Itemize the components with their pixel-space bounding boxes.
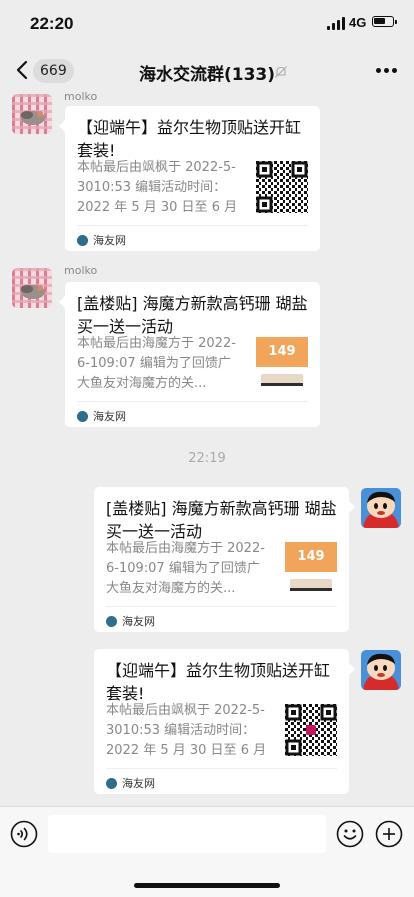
card-description: 本帖最后由海魔方于 2022-6-109:07 编辑为了回馈广大鱼友对海魔方的关…	[77, 336, 236, 391]
avatar[interactable]	[12, 268, 52, 308]
home-indicator[interactable]	[134, 883, 280, 888]
more-dots-icon[interactable]	[376, 68, 398, 74]
thumbnail-price: 149	[297, 549, 325, 564]
card-title: 【迎端午】益尔生物顶贴送开缸套装!	[77, 118, 302, 160]
avatar[interactable]	[361, 488, 401, 528]
card-description: 本帖最后由海魔方于 2022-6-109:07 编辑为了回馈广大鱼友对海魔方的关…	[106, 541, 265, 596]
sender-name: molko	[64, 90, 98, 103]
site-logo-icon	[106, 778, 117, 789]
site-logo-icon	[77, 411, 88, 422]
source-name: 海友网	[93, 410, 126, 423]
emoji-icon[interactable]	[336, 820, 364, 848]
source-name: 海友网	[93, 234, 126, 247]
card-title: [盖楼贴] 海魔方新款高钙珊 瑚盐买一送一活动	[77, 294, 308, 336]
status-bar: 22:20 4G	[0, 0, 414, 48]
card-title: 【迎端午】益尔生物顶贴送开缸套装!	[106, 661, 331, 703]
chat-header: 669 海水交流群(133)	[0, 48, 414, 92]
bell-off-icon	[275, 66, 287, 78]
qr-code-thumbnail	[256, 161, 308, 213]
product-thumbnail: 149	[285, 542, 337, 594]
link-card[interactable]: [盖楼贴] 海魔方新款高钙珊 瑚盐买一送一活动 本帖最后由海魔方于 2022-6…	[94, 487, 355, 632]
message-input[interactable]	[48, 815, 326, 853]
input-toolbar	[0, 806, 414, 897]
card-divider	[77, 401, 308, 402]
qr-code-thumbnail	[285, 704, 337, 756]
site-logo-icon	[77, 235, 88, 246]
avatar[interactable]	[12, 94, 52, 134]
source-name: 海友网	[122, 777, 155, 790]
product-thumbnail: 149	[256, 337, 308, 389]
link-card[interactable]: 【迎端午】益尔生物顶贴送开缸套装! 本帖最后由飒枫于 2022-5-3010:5…	[59, 106, 320, 251]
source-name: 海友网	[122, 615, 155, 628]
card-divider	[106, 606, 337, 607]
status-time: 22:20	[30, 14, 74, 33]
message-timestamp: 22:19	[188, 451, 226, 466]
card-description: 本帖最后由飒枫于 2022-5-3010:53 编辑活动时间：2022 年 5 …	[106, 703, 267, 758]
plus-icon[interactable]	[375, 820, 403, 848]
card-divider	[106, 768, 337, 769]
card-description: 本帖最后由飒枫于 2022-5-3010:53 编辑活动时间：2022 年 5 …	[77, 160, 238, 215]
sender-name: molko	[64, 264, 98, 277]
thumbnail-price: 149	[268, 344, 296, 359]
card-title: [盖楼贴] 海魔方新款高钙珊 瑚盐买一送一活动	[106, 499, 337, 541]
voice-icon[interactable]	[10, 820, 38, 848]
card-divider	[77, 225, 308, 226]
cellular-signal-icon	[327, 17, 345, 30]
site-logo-icon	[106, 616, 117, 627]
network-type: 4G	[349, 15, 367, 30]
battery-icon	[372, 16, 397, 27]
link-card[interactable]: [盖楼贴] 海魔方新款高钙珊 瑚盐买一送一活动 本帖最后由海魔方于 2022-6…	[59, 282, 320, 427]
link-card[interactable]: 【迎端午】益尔生物顶贴送开缸套装! 本帖最后由飒枫于 2022-5-3010:5…	[94, 649, 355, 794]
avatar[interactable]	[361, 650, 401, 690]
chat-title[interactable]: 海水交流群(133)	[0, 60, 414, 85]
